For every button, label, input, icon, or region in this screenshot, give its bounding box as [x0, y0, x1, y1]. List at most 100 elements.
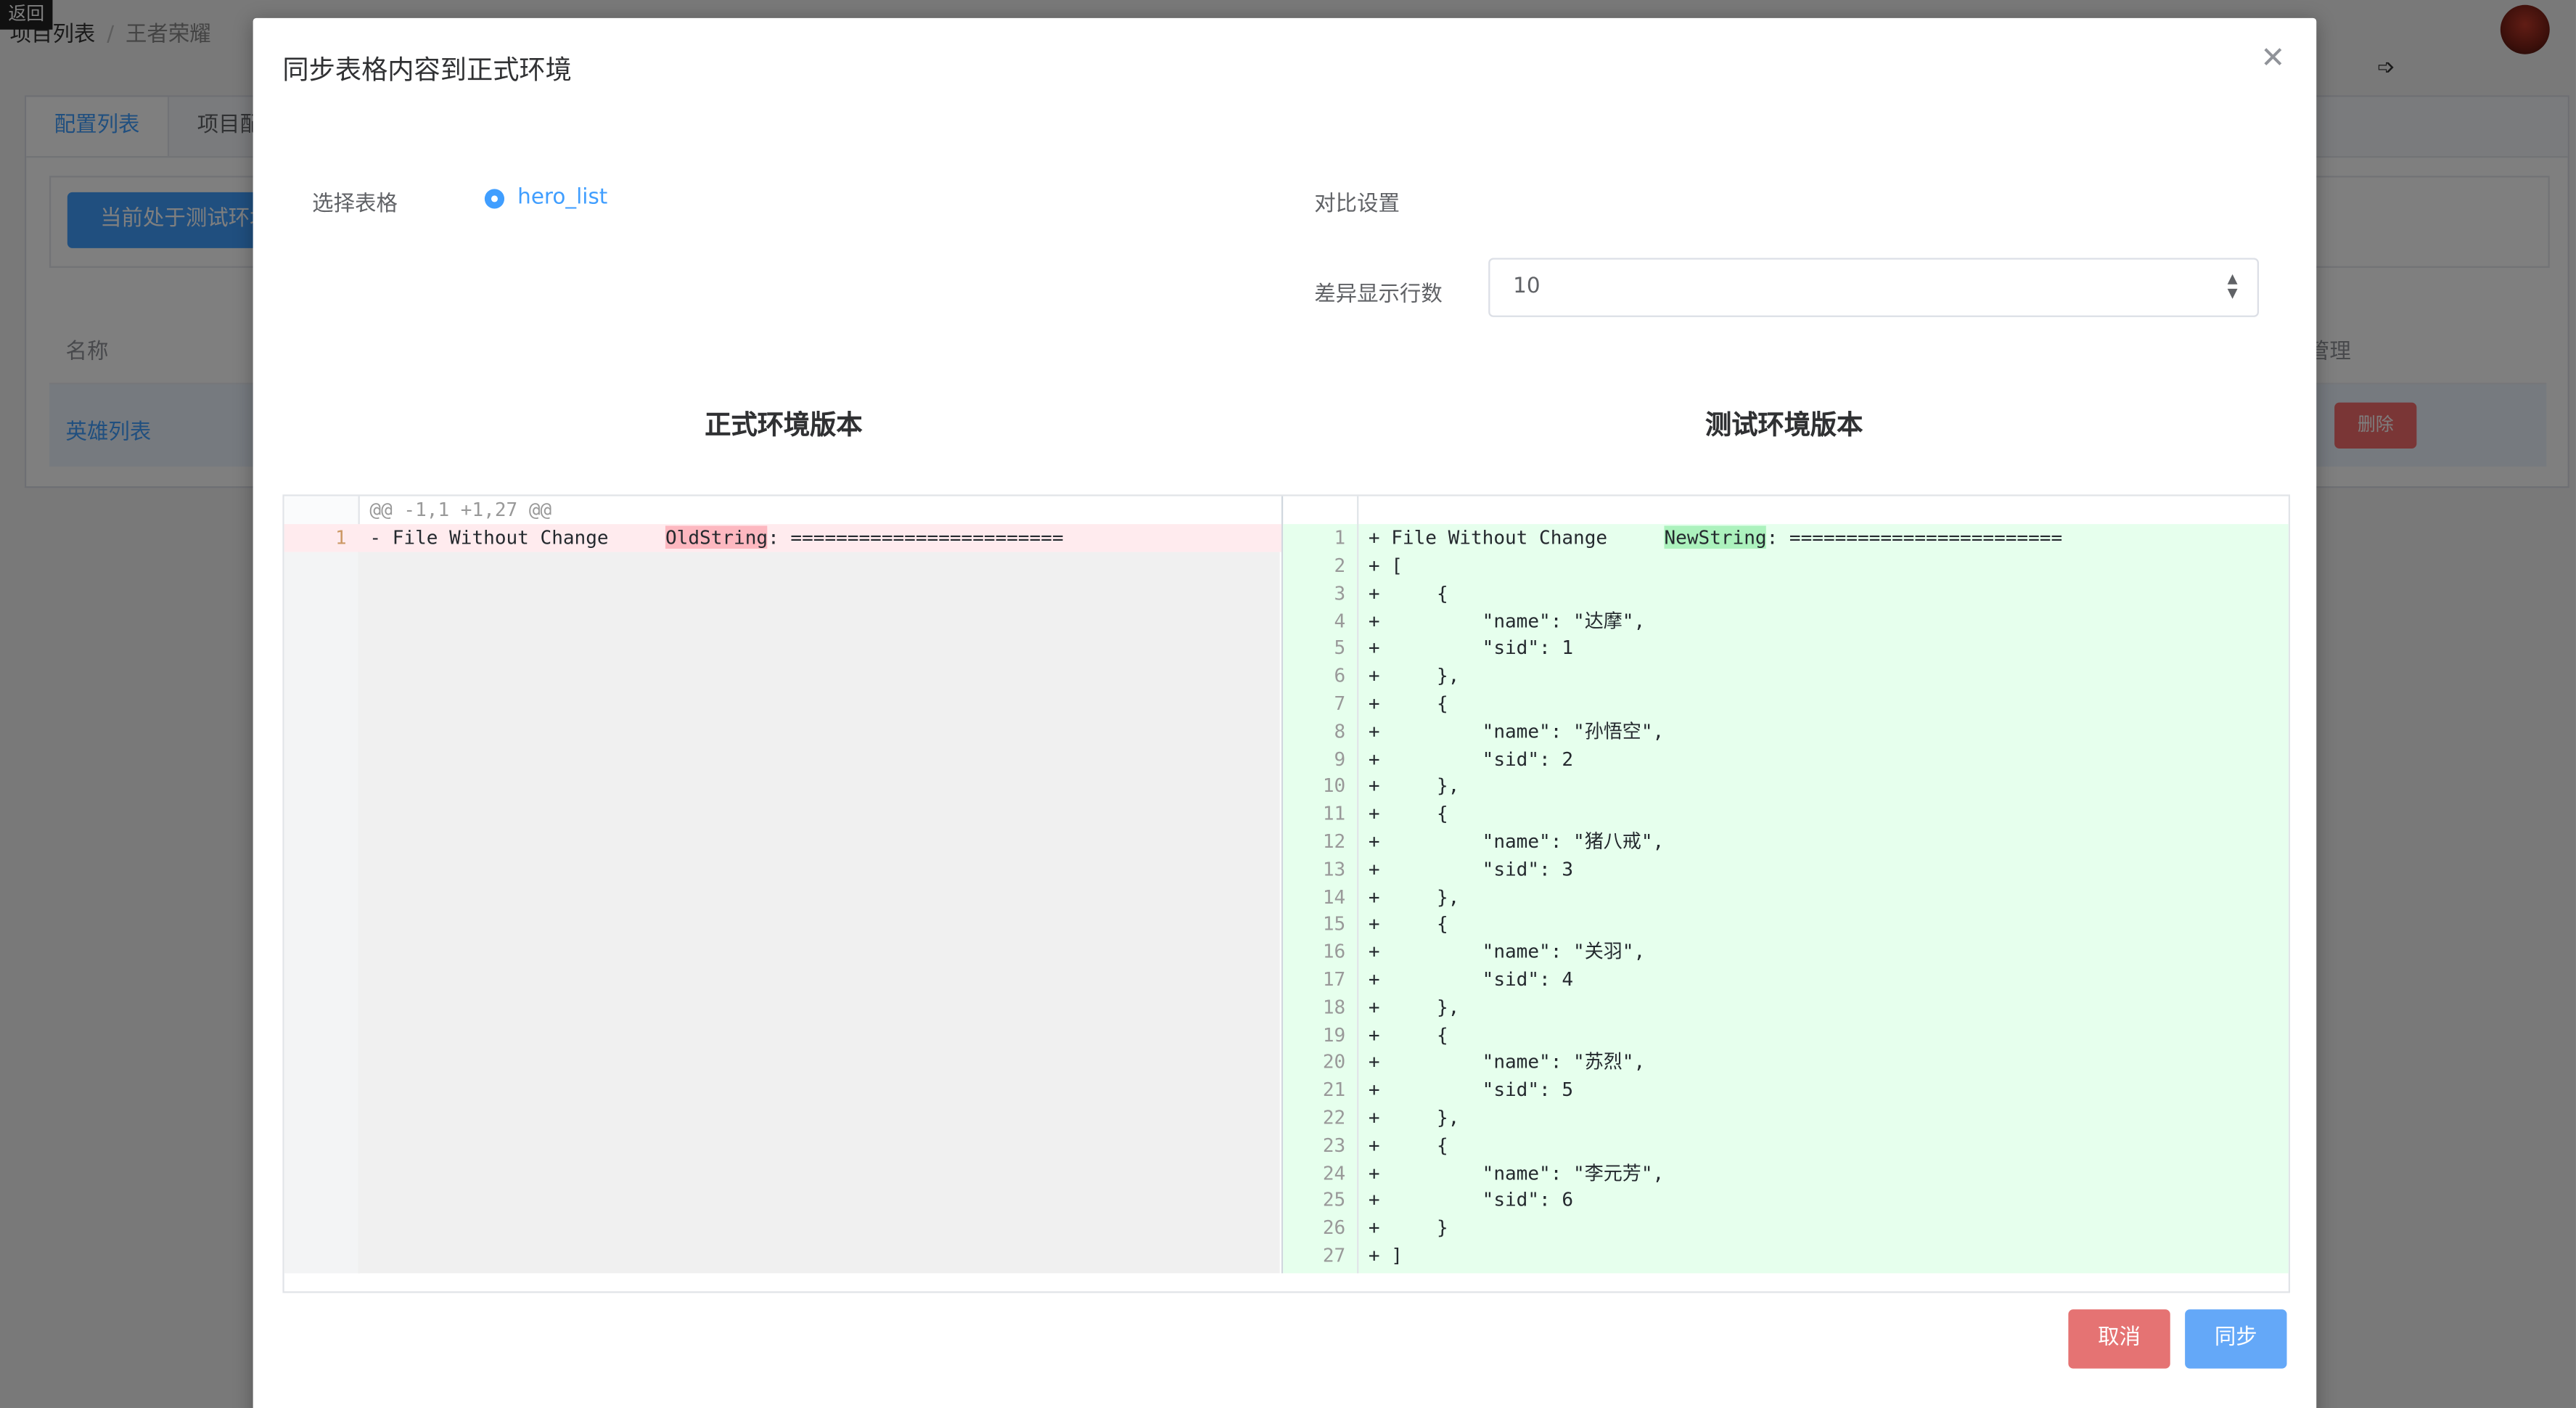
added-line-code: + {	[1368, 802, 1448, 825]
added-line-code: + },	[1368, 885, 1460, 908]
line-number: 19	[1322, 1023, 1346, 1047]
line-number: 25	[1322, 1188, 1346, 1212]
line-number: 18	[1322, 995, 1346, 1019]
line-number: 17	[1322, 967, 1346, 991]
line-number: 6	[1334, 663, 1346, 687]
added-line: 12 + "name": "猪八戒",	[1283, 828, 2289, 856]
left-empty-gutter	[284, 552, 358, 1274]
line-number: 9	[1334, 747, 1346, 770]
sync-dialog: 同步表格内容到正式环境 ✕ 选择表格 hero_list 对比设置 差异显示行数…	[253, 17, 2317, 1408]
diff-lines-value: 10	[1513, 274, 1541, 299]
test-version-title: 测试环境版本	[1705, 409, 1863, 441]
line-number: 22	[1322, 1105, 1346, 1129]
compare-settings-label: 对比设置	[1314, 192, 1400, 217]
added-line: 24 + "name": "李元芳",	[1283, 1159, 2289, 1187]
added-header-line: 1 + File Without Change NewString: =====…	[1283, 524, 2289, 552]
dialog-title: 同步表格内容到正式环境	[282, 54, 572, 86]
added-line-code: + },	[1368, 1105, 1460, 1129]
added-line-code: + }	[1368, 1216, 1448, 1240]
added-line: 3 + {	[1283, 580, 2289, 607]
added-line-code: + [	[1368, 553, 1403, 577]
added-line-code: + ]	[1368, 1243, 1403, 1267]
table-radio[interactable]: hero_list	[484, 186, 607, 210]
added-line-code: + "name": "猪八戒",	[1368, 830, 1665, 853]
added-line: 10 + },	[1283, 773, 2289, 801]
added-header-code: + File Without Change NewString: =======…	[1369, 524, 2062, 552]
added-line: 4 + "name": "达摩",	[1283, 607, 2289, 635]
hunk-header: @@ -1,1 +1,27 @@	[284, 496, 1281, 524]
line-number: 10	[1322, 774, 1346, 798]
added-line-code: + "name": "达摩",	[1368, 608, 1646, 632]
added-line-code: + {	[1368, 581, 1448, 605]
diff-right-pane: 1 + File Without Change NewString: =====…	[1283, 496, 2289, 1274]
hunk-header-text: @@ -1,1 +1,27 @@	[369, 497, 552, 521]
added-line-code: + "name": "关羽",	[1368, 940, 1646, 963]
added-line: 5 + "sid": 1	[1283, 635, 2289, 663]
added-line-code: + "sid": 1	[1368, 636, 1574, 660]
added-line: 9 + "sid": 2	[1283, 745, 2289, 773]
line-number: 7	[1334, 692, 1346, 715]
deleted-suffix: : ========================	[768, 525, 1064, 549]
line-number: 4	[1334, 608, 1346, 632]
added-line: 8 + "name": "孙悟空",	[1283, 718, 2289, 745]
added-line-code: + "sid": 4	[1368, 967, 1574, 991]
line-number: 26	[1322, 1216, 1346, 1240]
stage: 项目列表/王者荣耀 返回 ➩ 配置列表 项目配 当前处于测试环境 名称 管理 英…	[0, 0, 2576, 1408]
added-line: 21 + "sid": 5	[1283, 1076, 2289, 1104]
added-line-code: + {	[1368, 1133, 1448, 1157]
added-line: 6 + },	[1283, 663, 2289, 690]
added-line: 11 + {	[1283, 801, 2289, 828]
added-line: 13 + "sid": 3	[1283, 856, 2289, 883]
prod-version-title: 正式环境版本	[705, 409, 863, 441]
left-empty-area	[358, 552, 1280, 1274]
line-number: 14	[1322, 885, 1346, 908]
added-line: 19 + {	[1283, 1021, 2289, 1049]
stepper-icon[interactable]: ▲ ▼	[2228, 271, 2238, 301]
line-number: 21	[1322, 1078, 1346, 1102]
added-line: 15 + {	[1283, 911, 2289, 938]
line-number: 27	[1322, 1243, 1346, 1267]
added-line-code: + "name": "李元芳",	[1368, 1161, 1665, 1184]
close-icon[interactable]: ✕	[2260, 41, 2285, 76]
added-line-code: + "sid": 5	[1368, 1078, 1574, 1102]
line-number: 13	[1322, 857, 1346, 880]
line-number: 5	[1334, 636, 1346, 660]
added-line: 17 + "sid": 4	[1283, 966, 2289, 994]
added-line-code: + },	[1368, 663, 1460, 687]
line-number: 8	[1334, 719, 1346, 742]
added-line: 23 + {	[1283, 1131, 2289, 1159]
diff-lines-input[interactable]: 10 ▲ ▼	[1488, 258, 2259, 317]
line-number: 20	[1322, 1050, 1346, 1074]
deleted-line-code: - File Without Change OldString: =======…	[369, 524, 1064, 552]
line-number: 1	[1334, 525, 1346, 549]
diff-left-pane: @@ -1,1 +1,27 @@ 1 - File Without Change…	[284, 496, 1284, 1274]
line-number: 16	[1322, 940, 1346, 963]
added-line: 26 + }	[1283, 1214, 2289, 1242]
added-line: 16 + "name": "关羽",	[1283, 938, 2289, 966]
added-line-code: + },	[1368, 774, 1460, 798]
line-number: 24	[1322, 1161, 1346, 1184]
added-line-code: + "sid": 2	[1368, 747, 1574, 770]
select-table-label: 选择表格	[312, 192, 398, 217]
added-line: 18 + },	[1283, 994, 2289, 1021]
cancel-button[interactable]: 取消	[2068, 1309, 2170, 1369]
added-line: 25 + "sid": 6	[1283, 1187, 2289, 1214]
radio-checked-icon[interactable]	[484, 188, 505, 208]
radio-label[interactable]: hero_list	[517, 186, 607, 210]
deleted-highlight: OldString	[665, 525, 768, 549]
diff-viewer: @@ -1,1 +1,27 @@ 1 - File Without Change…	[282, 494, 2291, 1293]
added-line-code: + {	[1368, 1023, 1448, 1047]
added-line-code: + {	[1368, 912, 1448, 936]
deleted-prefix: - File Without Change	[369, 525, 609, 549]
sync-button[interactable]: 同步	[2185, 1309, 2287, 1369]
added-line: 20 + "name": "苏烈",	[1283, 1049, 2289, 1076]
added-line-code: + "name": "孙悟空",	[1368, 719, 1665, 742]
added-suffix: : ========================	[1766, 525, 2063, 549]
added-highlight: NewString	[1664, 525, 1767, 549]
line-number: 15	[1322, 912, 1346, 936]
added-line-code: + "sid": 6	[1368, 1188, 1574, 1212]
added-line-code: + "sid": 3	[1368, 857, 1574, 880]
added-line-code: + "name": "苏烈",	[1368, 1050, 1646, 1074]
added-line: 7 + {	[1283, 690, 2289, 718]
line-number: 2	[1334, 553, 1346, 577]
